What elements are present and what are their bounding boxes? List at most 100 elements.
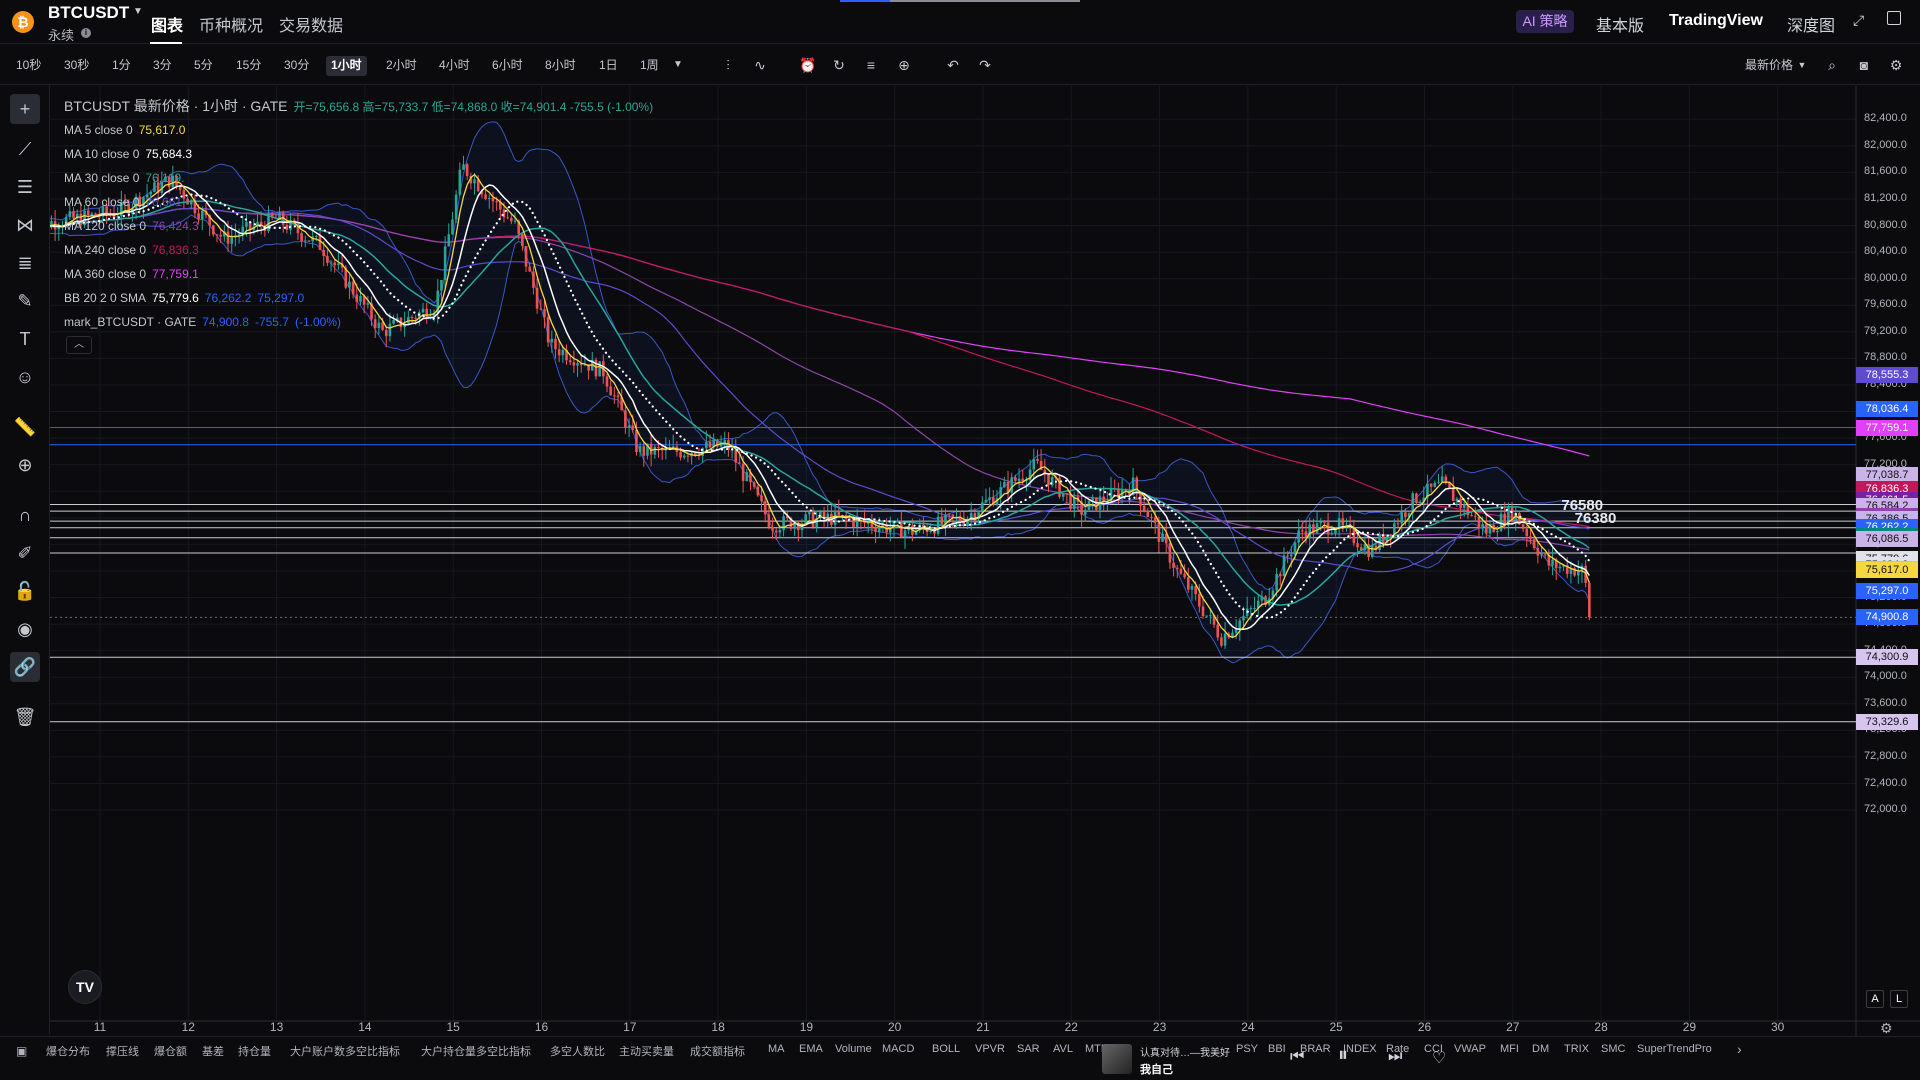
lock-drawing-icon[interactable]: ✐ (10, 538, 40, 568)
indicator-chip[interactable]: SAR (1017, 1043, 1040, 1055)
timeframe-15m[interactable]: 15分 (236, 56, 261, 76)
indicator-chip[interactable]: VPVR (975, 1043, 1005, 1055)
indicator-chip[interactable]: VWAP (1454, 1043, 1486, 1055)
legend-row[interactable]: MA 360 close 0 77,759.1 (64, 262, 653, 286)
indicator-chip[interactable]: 持仓量 (238, 1043, 271, 1059)
legend-row[interactable]: MA 30 close 0 76,119. (64, 166, 653, 190)
tab-trading-data[interactable]: 交易数据 (279, 12, 343, 36)
indicator-chip[interactable]: Volume (835, 1043, 872, 1055)
indicator-chip[interactable]: 主动买卖量 (619, 1043, 674, 1059)
indicator-chip[interactable]: 基差 (202, 1043, 224, 1059)
auto-scale-button[interactable]: A (1866, 990, 1884, 1008)
tab-chart[interactable]: 图表 (151, 12, 183, 36)
tradingview-button[interactable]: TradingView (1669, 12, 1763, 30)
indicator-chip[interactable]: SuperTrendPro (1637, 1043, 1712, 1055)
brush-icon[interactable]: ✎ (10, 286, 40, 316)
song-cover-image[interactable] (1102, 1044, 1132, 1074)
crosshair-icon[interactable]: + (10, 94, 40, 124)
text-icon[interactable]: T (10, 324, 40, 354)
pattern-icon[interactable]: ⋈ (10, 210, 40, 240)
symbol-dropdown-icon[interactable]: ▼ (133, 6, 143, 17)
trash-icon[interactable]: 🗑 (10, 702, 40, 732)
legend-row[interactable]: MA 120 close 0 76,424.3 (64, 214, 653, 238)
indicator-chip[interactable]: AVL (1053, 1043, 1073, 1055)
legend-row[interactable]: BB 20 2 0 SMA 75,779.6 76,262.2 75,297.0 (64, 286, 653, 310)
calendar-icon[interactable]: ▣ (16, 1044, 27, 1058)
search-icon[interactable]: ⌕ (1824, 57, 1840, 73)
indicator-chip[interactable]: BRAR (1300, 1043, 1331, 1055)
price-type-select[interactable]: 最新价格 (1745, 56, 1793, 76)
timeframe-4h[interactable]: 4小时 (439, 56, 470, 76)
camera-icon[interactable]: ◙ (1856, 57, 1872, 73)
next-track-icon[interactable]: ⏭ (1388, 1048, 1402, 1066)
ai-strategy-button[interactable]: AI 策略 (1516, 10, 1574, 33)
axis-settings-icon[interactable]: ⚙ (1880, 1020, 1893, 1037)
fullscreen-icon[interactable] (1887, 11, 1901, 25)
indicator-chip[interactable]: SMC (1601, 1043, 1625, 1055)
timeframe-6h[interactable]: 6小时 (492, 56, 523, 76)
timeframe-dropdown-icon[interactable]: ▼ (670, 57, 686, 73)
indicator-chip[interactable]: 爆仓分布 (46, 1043, 90, 1059)
timeframe-30m[interactable]: 30分 (284, 56, 309, 76)
basic-view-button[interactable]: 基本版 (1596, 12, 1644, 36)
timeframe-1h[interactable]: 1小时 (326, 56, 367, 76)
previous-track-icon[interactable]: ⏮ (1290, 1048, 1304, 1066)
timeframe-3m[interactable]: 3分 (153, 56, 172, 76)
info-icon[interactable]: i (81, 28, 91, 38)
timeframe-2h[interactable]: 2小时 (386, 56, 417, 76)
chevron-right-icon[interactable]: › (1737, 1041, 1742, 1057)
settings-gear-icon[interactable]: ⚙ (1888, 57, 1904, 73)
add-icon[interactable]: ⊕ (896, 57, 912, 73)
heart-icon[interactable]: ♡ (1432, 1048, 1446, 1068)
emoji-icon[interactable]: ☺ (10, 362, 40, 392)
alert-icon[interactable]: ⏰ (799, 57, 816, 73)
indicator-chip[interactable]: MFI (1500, 1043, 1519, 1055)
price-type-dropdown-icon[interactable]: ▼ (1794, 57, 1810, 73)
timeframe-1m[interactable]: 1分 (112, 56, 131, 76)
timeframe-30s[interactable]: 30秒 (64, 56, 89, 76)
undo-icon[interactable]: ↶ (945, 57, 961, 73)
zoom-icon[interactable]: ⊕ (10, 450, 40, 480)
indicator-chip[interactable]: MA (768, 1043, 785, 1055)
timeframe-1d[interactable]: 1日 (599, 56, 618, 76)
indicator-chip[interactable]: MACD (882, 1043, 914, 1055)
indicator-chip[interactable]: PSY (1236, 1043, 1258, 1055)
legend-row[interactable]: mark_BTCUSDT · GATE 74,900.8 -755.7 (-1.00%… (64, 310, 653, 334)
indicator-chip[interactable]: INDEX (1343, 1043, 1377, 1055)
indicators-icon[interactable]: ∿ (752, 57, 768, 73)
expand-icon[interactable]: ⤢ (1853, 12, 1864, 29)
indicator-chip[interactable]: TRIX (1564, 1043, 1589, 1055)
indicator-chip[interactable]: BOLL (932, 1043, 960, 1055)
legend-row[interactable]: MA 10 close 0 75,684.3 (64, 142, 653, 166)
indicator-chip[interactable]: 多空人数比 (550, 1043, 605, 1059)
indicator-chip[interactable]: 撑压线 (106, 1043, 139, 1059)
indicator-chip[interactable]: 成交额指标 (690, 1043, 745, 1059)
indicator-chip[interactable]: 大户持仓量多空比指标 (421, 1043, 531, 1059)
legend-row[interactable]: MA 240 close 0 76,836.3 (64, 238, 653, 262)
indicator-chip[interactable]: 爆仓额 (154, 1043, 187, 1059)
redo-icon[interactable]: ↷ (977, 57, 993, 73)
timeframe-5m[interactable]: 5分 (194, 56, 213, 76)
legend-row[interactable]: MA 5 close 0 75,617.0 (64, 118, 653, 142)
indicator-chip[interactable]: 大户账户数多空比指标 (290, 1043, 400, 1059)
candle-type-icon[interactable]: ⫶ (720, 57, 736, 73)
ruler-icon[interactable]: 📏 (10, 412, 40, 442)
horizontal-lines-icon[interactable]: ☰ (10, 172, 40, 202)
tab-coin-overview[interactable]: 币种概况 (199, 12, 263, 36)
symbol-name[interactable]: BTCUSDT (48, 3, 129, 23)
log-scale-button[interactable]: L (1890, 990, 1908, 1008)
indicator-chip[interactable]: EMA (799, 1043, 823, 1055)
eye-icon[interactable]: ◉ (10, 614, 40, 644)
legend-collapse-button[interactable]: ︿ (66, 336, 92, 354)
timeframe-10s[interactable]: 10秒 (16, 56, 41, 76)
pause-icon[interactable]: ⏸ (1338, 1044, 1348, 1067)
link-icon[interactable]: 🔗 (10, 652, 40, 682)
legend-row[interactable]: MA 60 close 0 76,661. (64, 190, 653, 214)
templates-icon[interactable]: ≡ (863, 57, 879, 73)
timeframe-8h[interactable]: 8小时 (545, 56, 576, 76)
fib-icon[interactable]: ≣ (10, 248, 40, 278)
magnet-icon[interactable]: ∩ (10, 500, 40, 530)
timeframe-1w[interactable]: 1周 (640, 56, 659, 76)
replay-icon[interactable]: ↻ (831, 57, 847, 73)
depth-chart-button[interactable]: 深度图 (1787, 12, 1835, 36)
